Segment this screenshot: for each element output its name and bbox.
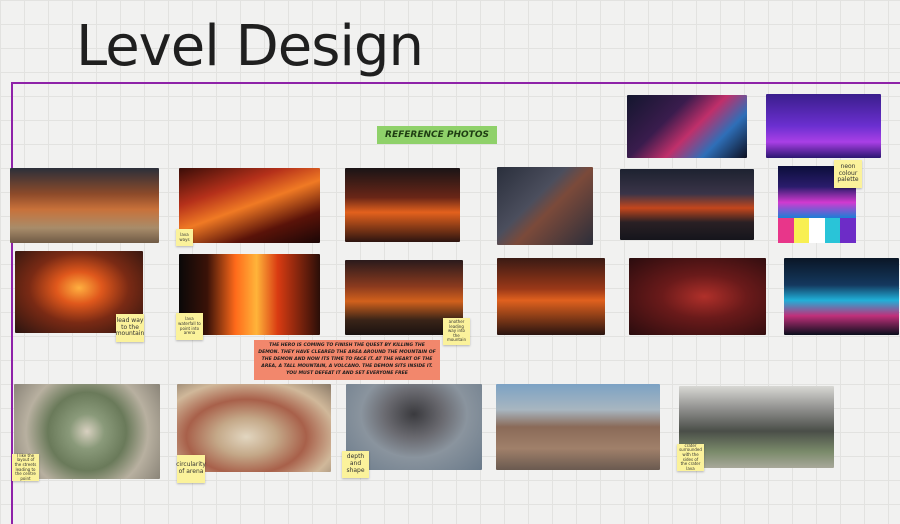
sticky-street-layout[interactable]: I like the layout of the streets leading… bbox=[12, 453, 39, 481]
image-demon[interactable] bbox=[629, 258, 766, 335]
sticky-lead-way[interactable]: lead way to the mountain bbox=[116, 314, 144, 342]
image-volcano-village[interactable] bbox=[620, 169, 754, 240]
swatch-white bbox=[809, 218, 825, 243]
image-neon-street[interactable] bbox=[627, 95, 747, 158]
sticky-neon-palette[interactable]: neon colour palette bbox=[834, 160, 862, 188]
image-dragon-aerial[interactable] bbox=[497, 167, 593, 245]
sticky-depth-shape[interactable]: depth and shape bbox=[342, 451, 369, 478]
image-vesuvius-crater[interactable] bbox=[496, 384, 660, 470]
swatch-yellow bbox=[793, 218, 810, 243]
sticky-lava-waterfall[interactable]: lava waterfall to point into arena bbox=[176, 313, 203, 340]
sticky-another-path[interactable]: another leading way into the mountain bbox=[443, 318, 470, 345]
swatch-pink bbox=[778, 218, 794, 243]
image-neon-alley[interactable] bbox=[784, 258, 899, 335]
image-lava-river-path[interactable] bbox=[497, 258, 605, 335]
sticky-crater[interactable]: crater surrounded with the sides of the … bbox=[677, 443, 704, 471]
reference-photos-label[interactable]: REFERENCE PHOTOS bbox=[377, 126, 497, 144]
image-neon-city[interactable] bbox=[766, 94, 881, 158]
swatch-purple bbox=[840, 218, 856, 243]
sticky-lava-ways[interactable]: lava ways bbox=[176, 229, 193, 246]
story-description[interactable]: The hero is coming to finish the quest b… bbox=[254, 340, 440, 380]
image-cracked-ground[interactable] bbox=[10, 168, 159, 243]
page-title: Level Design bbox=[76, 14, 424, 79]
palette-swatches bbox=[778, 218, 856, 243]
image-burning-ruins[interactable] bbox=[345, 168, 460, 242]
sticky-circularity[interactable]: circularity of arena bbox=[176, 455, 206, 483]
swatch-cyan bbox=[824, 218, 841, 243]
image-lava-rocks[interactable] bbox=[179, 168, 320, 243]
